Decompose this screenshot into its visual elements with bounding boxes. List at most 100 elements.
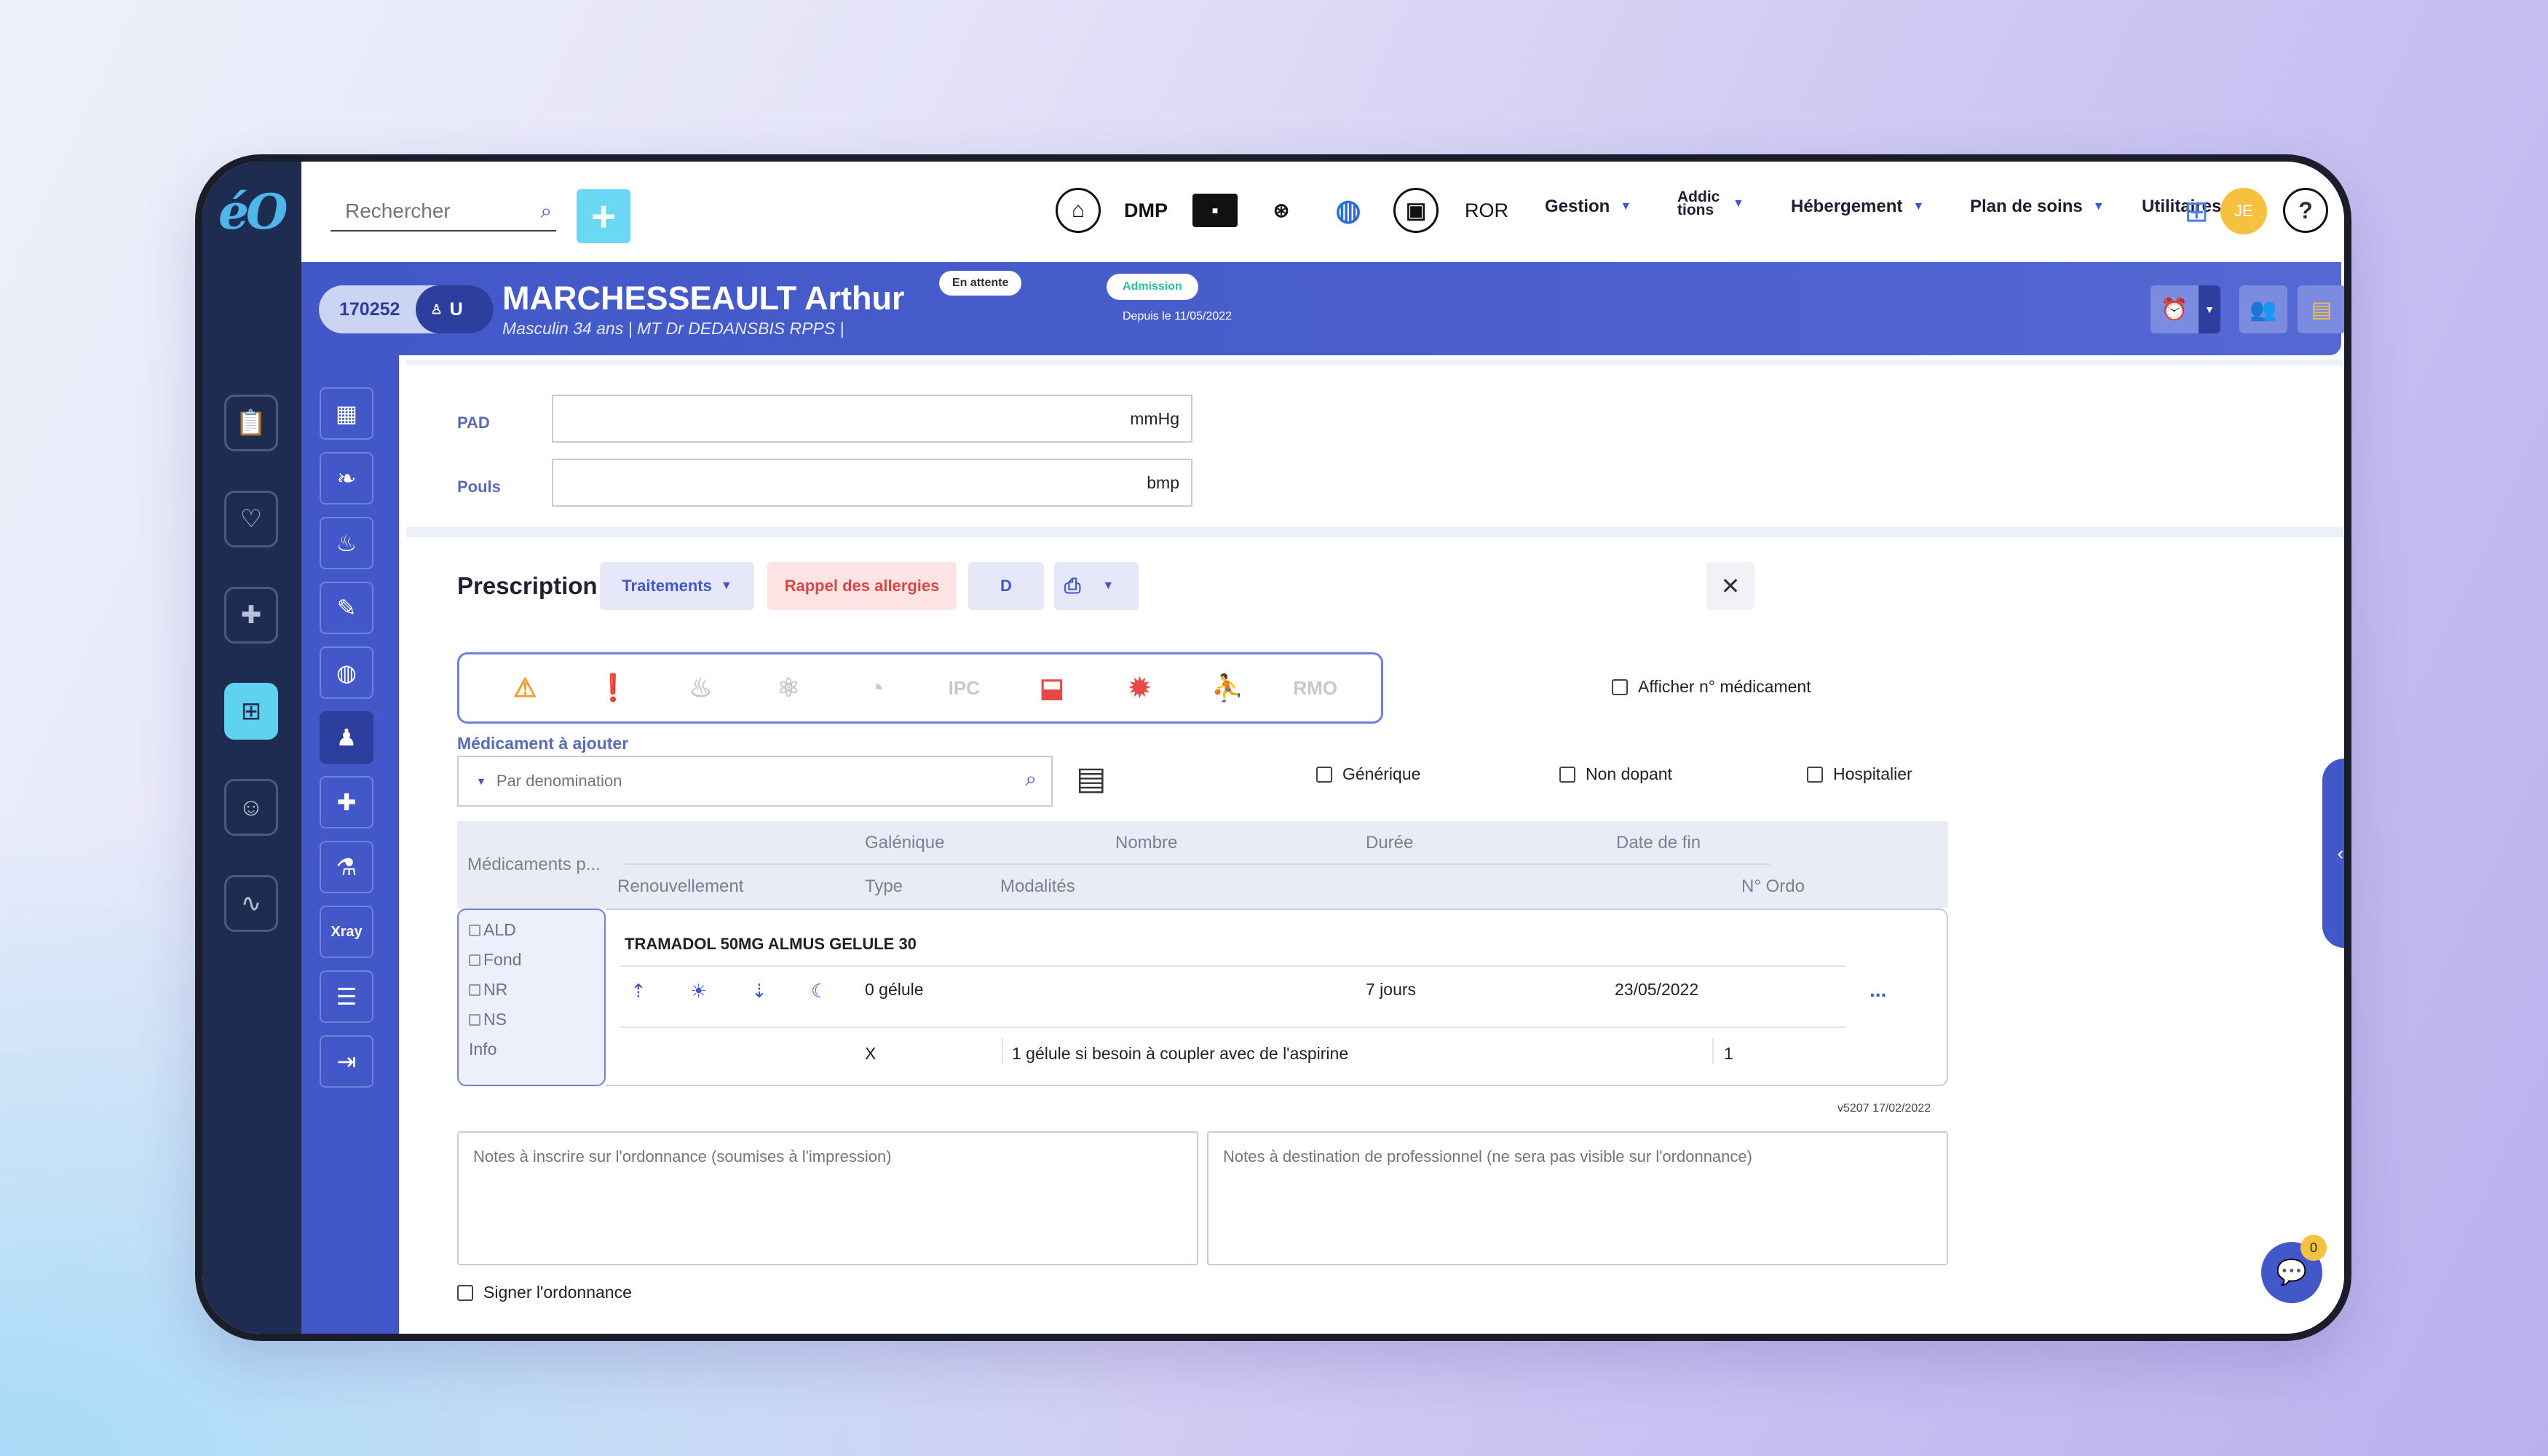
chat-button[interactable]: 💬 0 bbox=[2261, 1235, 2327, 1303]
checkbox[interactable] bbox=[469, 954, 480, 966]
checkbox[interactable] bbox=[469, 1013, 480, 1026]
group-icon[interactable]: 👥 bbox=[2239, 285, 2287, 333]
row-divider bbox=[620, 1026, 1846, 1028]
option-nr[interactable]: NR bbox=[469, 980, 594, 1000]
home-icon[interactable]: ⌂ bbox=[1056, 188, 1101, 233]
head-icon[interactable]: ☺ bbox=[224, 779, 278, 836]
clipboard-icon[interactable]: 📋 bbox=[224, 395, 278, 451]
document-icon[interactable]: ▤ bbox=[1076, 760, 1107, 797]
option-ns[interactable]: NS bbox=[469, 1010, 594, 1029]
avatar[interactable]: JE bbox=[2220, 188, 2267, 234]
molecule-icon[interactable]: ⚛ bbox=[767, 666, 810, 710]
pulse-icon[interactable]: ∿ bbox=[224, 875, 278, 932]
add-button[interactable]: + bbox=[577, 189, 630, 243]
pouls-field[interactable]: bmp bbox=[552, 459, 1192, 507]
collapse-panel-tab[interactable]: ‹ bbox=[2322, 759, 2344, 948]
gauge-icon[interactable]: ◔ bbox=[855, 666, 898, 710]
menu-plan-de-soins[interactable]: Plan de soins ▼ bbox=[1970, 197, 2105, 217]
traitements-dropdown[interactable]: Traitements ▼ bbox=[600, 562, 754, 610]
chevron-down-icon: ▼ bbox=[720, 579, 732, 592]
note-icon[interactable]: ▤ bbox=[2298, 285, 2344, 333]
option-info[interactable]: Info bbox=[469, 1040, 594, 1059]
search-icon[interactable]: ⌕ bbox=[1025, 767, 1037, 791]
runner-icon[interactable]: ⛹ bbox=[1206, 666, 1249, 710]
option-ald[interactable]: ALD bbox=[469, 920, 594, 940]
rmo-icon[interactable]: RMO bbox=[1293, 666, 1337, 710]
pill-icon[interactable]: ◍ bbox=[320, 646, 373, 699]
checkbox-label: Signer l'ordonnance bbox=[483, 1283, 632, 1302]
bandage-icon[interactable]: ✚ bbox=[224, 587, 278, 644]
afficher-checkbox[interactable]: Afficher n° médicament bbox=[1612, 677, 1811, 697]
exclamation-icon[interactable]: ❗ bbox=[591, 666, 635, 710]
cross-icon[interactable]: ✚ bbox=[320, 776, 373, 828]
card-icon[interactable]: ▪ bbox=[1192, 194, 1238, 227]
checkbox[interactable] bbox=[469, 924, 480, 936]
logout-clipboard-icon[interactable]: ⇥ bbox=[320, 1035, 373, 1088]
checkbox[interactable] bbox=[1316, 766, 1332, 783]
pad-field[interactable]: mmHg bbox=[552, 395, 1192, 443]
clipboard-list-icon[interactable]: ☰ bbox=[320, 970, 373, 1023]
menu-gestion[interactable]: Gestion ▼ bbox=[1545, 197, 1631, 217]
ror-button[interactable]: ROR bbox=[1465, 188, 1508, 233]
checkbox[interactable] bbox=[1807, 766, 1823, 783]
checkbox[interactable] bbox=[1559, 766, 1575, 783]
close-prescription-button[interactable]: ✕ bbox=[1706, 562, 1754, 610]
search-icon[interactable]: ⌕ bbox=[540, 199, 552, 223]
checkbox[interactable] bbox=[469, 984, 480, 996]
search-input[interactable] bbox=[331, 194, 520, 229]
sun-icon[interactable]: ☀ bbox=[690, 980, 707, 1002]
secondary-rail: ▦ ❧ ♨ ✎ ◍ ♟ ✚ ⚗ Xray ☰ ⇥ bbox=[301, 351, 399, 1334]
hospitalier-checkbox[interactable]: Hospitalier bbox=[1807, 764, 1912, 784]
alarm-button[interactable]: ⏰ ▼ bbox=[2151, 285, 2220, 333]
scale-icon[interactable]: ⬓ bbox=[1030, 666, 1074, 710]
warning-triangle-icon[interactable]: ⚠ bbox=[503, 666, 547, 710]
apps-grid-icon[interactable]: ⊞ bbox=[2184, 195, 2209, 229]
traitements-label: Traitements bbox=[622, 577, 712, 595]
option-fond[interactable]: Fond bbox=[469, 950, 594, 970]
evening-icon[interactable]: ⇣ bbox=[751, 980, 767, 1002]
print-dropdown[interactable]: ⎙ ▼ bbox=[1054, 562, 1139, 610]
ball-icon[interactable]: ⊛ bbox=[1261, 188, 1302, 233]
xray-icon[interactable]: Xray bbox=[320, 906, 373, 958]
ipc-icon[interactable]: IPC bbox=[942, 666, 986, 710]
moon-icon[interactable]: ☾ bbox=[811, 980, 828, 1002]
option-label: NR bbox=[483, 980, 508, 999]
dmp-button[interactable]: DMP bbox=[1124, 188, 1168, 233]
earth-icon[interactable]: ◍ bbox=[1328, 188, 1369, 233]
main-content: PAD mmHg Pouls bmp Prescription Traiteme… bbox=[406, 355, 2344, 1334]
allergies-button[interactable]: Rappel des allergies bbox=[767, 562, 957, 610]
menu-addictions[interactable]: Addictions ▼ bbox=[1677, 189, 1744, 218]
col-no-ordo: N° Ordo bbox=[1741, 877, 1805, 896]
morning-icon[interactable]: ⇡ bbox=[630, 980, 646, 1002]
sign-checkbox[interactable]: Signer l'ordonnance bbox=[457, 1283, 632, 1302]
virus-icon[interactable]: ✹ bbox=[1117, 666, 1161, 710]
flame-icon[interactable]: ♨ bbox=[678, 666, 722, 710]
generique-checkbox[interactable]: Générique bbox=[1316, 764, 1420, 784]
chevron-down-icon[interactable]: ▼ bbox=[476, 775, 486, 787]
d-button[interactable]: D bbox=[968, 562, 1044, 610]
med-search-input[interactable] bbox=[496, 772, 1006, 791]
app-logo[interactable]: éO bbox=[218, 183, 288, 245]
users-icon[interactable]: ♟ bbox=[320, 711, 373, 764]
heart-icon[interactable]: ♡ bbox=[224, 491, 278, 547]
notes-ordonnance-field[interactable] bbox=[457, 1131, 1198, 1265]
help-button[interactable]: ? bbox=[2283, 188, 2328, 233]
non-dopant-checkbox[interactable]: Non dopant bbox=[1559, 764, 1672, 784]
notes-professionnel-field[interactable] bbox=[1207, 1131, 1948, 1265]
lock-card-icon[interactable]: ▣ bbox=[1393, 188, 1439, 233]
flame-icon[interactable]: ♨ bbox=[320, 517, 373, 569]
menu-hebergement[interactable]: Hébergement ▼ bbox=[1791, 197, 1924, 217]
drug-name[interactable]: TRAMADOL 50MG ALMUS GELULE 30 bbox=[625, 935, 917, 954]
checkbox[interactable] bbox=[1612, 678, 1628, 695]
medical-kit-icon[interactable]: ⊞ bbox=[224, 683, 278, 740]
patient-id-pill[interactable]: 170252 ♙ U bbox=[319, 285, 494, 333]
microscope-icon[interactable]: ⚗ bbox=[320, 841, 373, 893]
syringe-icon[interactable]: ✎ bbox=[320, 582, 373, 634]
leaf-icon[interactable]: ❧ bbox=[320, 452, 373, 505]
more-options-button[interactable]: ... bbox=[1870, 978, 1886, 1002]
calculator-icon[interactable]: ▦ bbox=[320, 387, 373, 440]
checkbox[interactable] bbox=[457, 1284, 473, 1301]
col-renouvellement: Renouvellement bbox=[617, 877, 744, 896]
app-screen: éO 📋 ♡ ✚ ⊞ ☺ ∿ ▦ ❧ ♨ ✎ ◍ ♟ ✚ ⚗ Xray ☰ ⇥ … bbox=[202, 162, 2344, 1334]
col-medicaments[interactable]: Médicaments p... bbox=[467, 855, 601, 875]
